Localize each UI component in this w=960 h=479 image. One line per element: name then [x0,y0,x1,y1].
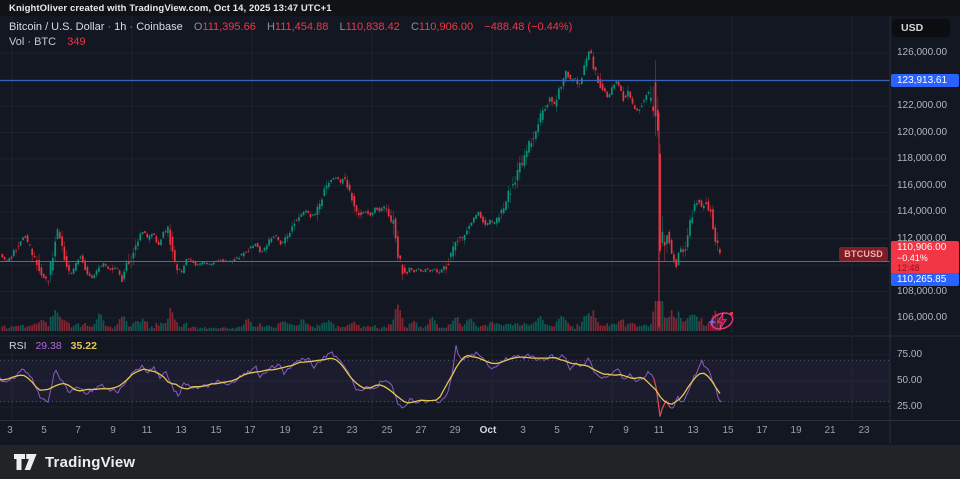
time-tick: 25 [381,425,393,436]
time-tick: 9 [110,425,116,436]
high-value: 111,454.88 [274,21,329,33]
time-tick: 5 [41,425,47,436]
lightning-sticker[interactable] [708,310,735,332]
tradingview-logo-icon[interactable] [14,453,37,471]
time-tick: 17 [244,425,256,436]
volume-label: Vol · BTC [9,36,57,48]
time-tick: 21 [824,425,836,436]
interval-value: 1h [114,21,127,33]
low-value: 110,838.42 [345,21,400,33]
symbol-legend-row: Bitcoin / U.S. Dollar · 1h · Coinbase O1… [9,20,572,35]
lower-level-price-label: 110,265.85 [891,273,959,286]
close-label: C [410,21,419,33]
time-tick: 15 [722,425,734,436]
time-tick: 9 [623,425,629,436]
price-tick: 118,000.00 [897,153,947,164]
price-tick: 122,000.00 [897,100,948,111]
rsi-tick: 25.00 [897,401,923,412]
time-tick: 3 [520,425,526,436]
rsi-legend[interactable]: RSI 29.38 35.22 [9,340,97,352]
time-tick: 23 [858,425,870,436]
time-tick: 5 [554,425,560,436]
price-tick: 120,000.00 [897,126,948,138]
rsi-label: RSI [9,340,27,352]
time-tick: 11 [141,425,153,436]
price-chart-canvas[interactable] [0,0,960,479]
legend-separator: · [107,21,112,33]
time-tick: 17 [756,425,768,436]
close-value: 110,906.00 [418,21,474,33]
upper-level-price-label: 123,913.61 [891,74,959,87]
price-tick: 116,000.00 [897,179,947,191]
time-tick: 7 [75,425,81,436]
tradingview-brand-text[interactable]: TradingView [45,454,135,471]
time-tick: 29 [449,425,461,436]
volume-value: 349 [67,36,86,48]
change-value: −488.48 (−0.44%) [484,21,573,33]
last-price-value: 110,906.00 [897,242,947,253]
rsi-band [0,360,890,402]
time-tick: 15 [210,425,222,436]
footer-bar: TradingView [0,445,960,479]
rsi-ma-value: 35.22 [70,340,97,352]
rsi-value: 29.38 [35,340,62,352]
time-tick: Oct [479,425,497,436]
price-tick: 114,000.00 [897,206,947,217]
volume-legend-row[interactable]: Vol · BTC 349 [9,35,572,50]
open-value: 111,395.66 [202,21,256,33]
time-tick: 11 [653,425,665,436]
time-tick: 19 [790,425,802,436]
time-tick: 13 [175,425,187,436]
ticker-tag: BTCUSD [839,247,888,261]
bar-countdown: 12:48 [897,263,920,273]
time-tick: 23 [346,425,358,436]
last-price-label: 110,906.00 −0.41% 12:48 [891,241,959,274]
currency-toggle-button[interactable]: USD [892,19,950,37]
time-tick: 3 [7,425,13,436]
price-tick: 106,000.00 [897,312,948,323]
time-tick: 13 [687,425,699,436]
time-tick: 7 [588,425,594,436]
symbol-legend[interactable]: Bitcoin / U.S. Dollar · 1h · Coinbase O1… [9,20,572,50]
symbol-title: Bitcoin / U.S. Dollar [9,21,105,33]
attribution-bar: KnightOliver created with TradingView.co… [0,0,960,16]
attribution-text: KnightOliver created with TradingView.co… [9,2,332,14]
last-price-change: −0.41% [897,253,928,263]
price-tick: 126,000.00 [897,47,948,58]
rsi-tick: 50.00 [897,375,923,386]
time-tick: 27 [415,425,427,436]
time-tick: 19 [279,425,291,436]
high-label: H [266,21,275,33]
rsi-tick: 75.00 [897,349,923,360]
price-tick: 108,000.00 [897,285,948,297]
legend-separator: · [129,21,134,33]
tradingview-snapshot: KnightOliver created with TradingView.co… [0,0,960,479]
exchange-name: Coinbase [136,21,183,33]
time-tick: 21 [312,425,324,436]
